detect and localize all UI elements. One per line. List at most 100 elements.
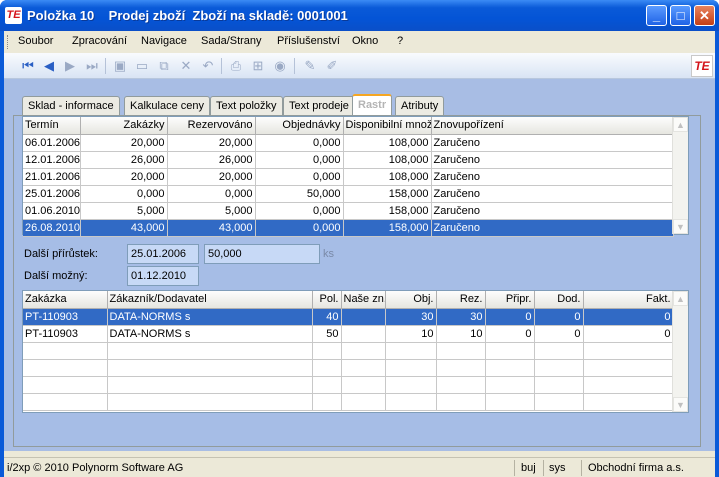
table-cell[interactable]: 30	[436, 308, 486, 326]
copy-icon[interactable]: ⧉	[156, 58, 172, 74]
close-button[interactable]: ✕	[694, 5, 715, 26]
refresh-icon[interactable]: ◉	[272, 58, 288, 74]
next-increment-qty-field[interactable]: 50,000	[204, 244, 320, 264]
menu-soubor[interactable]: Soubor	[18, 35, 53, 47]
table-cell[interactable]: 0,000	[255, 134, 344, 152]
table-row[interactable]: 21.01.2006 20,000 20,000 0,000 108,000 Zaruče…	[23, 168, 674, 186]
table-cell[interactable]: 50,000	[255, 185, 344, 203]
tab-kalkulace-ceny[interactable]: Kalkulace ceny	[124, 96, 210, 115]
table-cell[interactable]: 10	[436, 325, 486, 343]
grid1-scrollbar[interactable]: ▲ ▼	[672, 117, 688, 234]
table-row[interactable]: 06.01.2006 20,000 20,000 0,000 108,000 Zaruče…	[23, 134, 674, 152]
table-cell[interactable]: 10	[385, 325, 437, 343]
col-header-zakazka[interactable]: Zakázka	[23, 291, 108, 309]
table-cell[interactable]: PT-110903	[23, 325, 108, 343]
table-row[interactable]: PT-110903 DATA-NORMS s 50 10 10 0 0 0	[23, 325, 674, 343]
table-cell[interactable]: 108,000	[343, 151, 432, 169]
menu-prislusenstvi[interactable]: Příslušenství	[277, 35, 340, 47]
table-cell[interactable]: 43,000	[80, 219, 168, 237]
table-row[interactable]: 26.08.2010 43,000 43,000 0,000 158,000 Zaruče…	[23, 219, 674, 237]
table-cell[interactable]: 20,000	[80, 134, 168, 152]
table-cell[interactable]: 01.06.2010	[23, 202, 81, 220]
table-cell[interactable]: 5,000	[167, 202, 256, 220]
table-cell[interactable]: DATA-NORMS s	[107, 325, 313, 343]
table-cell[interactable]	[341, 308, 386, 326]
prev-record-icon[interactable]: ◀	[41, 58, 57, 74]
table-cell[interactable]: Zaručeno	[431, 185, 674, 203]
table-cell[interactable]: 0,000	[167, 185, 256, 203]
col-header-pripr[interactable]: Připr.	[485, 291, 535, 309]
table-cell[interactable]: 06.01.2006	[23, 134, 81, 152]
col-header-rezervovano[interactable]: Rezervováno	[167, 117, 256, 135]
table-cell[interactable]: 0	[485, 308, 535, 326]
table-cell[interactable]: 0	[534, 325, 584, 343]
grid2-scrollbar[interactable]: ▲ ▼	[672, 291, 688, 412]
table-row[interactable]: 25.01.2006 0,000 0,000 50,000 158,000 Zaručen…	[23, 185, 674, 203]
table-cell[interactable]: 50	[312, 325, 342, 343]
table-cell[interactable]	[341, 325, 386, 343]
next-possible-date-field[interactable]: 01.12.2010	[127, 266, 199, 286]
col-header-pol[interactable]: Pol.	[312, 291, 342, 309]
table-cell[interactable]: 0,000	[255, 202, 344, 220]
edit2-icon[interactable]: ✐	[324, 58, 340, 74]
table-cell[interactable]: 26,000	[80, 151, 168, 169]
table-cell[interactable]: 12.01.2006	[23, 151, 81, 169]
table-cell[interactable]: 158,000	[343, 202, 432, 220]
table-cell[interactable]: 158,000	[343, 185, 432, 203]
next-record-icon[interactable]: ▶	[62, 58, 78, 74]
menu-sada-strany[interactable]: Sada/Strany	[201, 35, 262, 47]
print-icon[interactable]: ⎙	[228, 58, 244, 74]
table-cell[interactable]: 0,000	[255, 151, 344, 169]
scroll-down-icon[interactable]: ▼	[673, 397, 688, 412]
col-header-disponibilni[interactable]: Disponibilní množ.	[343, 117, 432, 135]
availability-grid[interactable]: Termín Zakázky Rezervováno Objednávky Di…	[22, 116, 689, 237]
col-header-objednavky[interactable]: Objednávky	[255, 117, 344, 135]
table-cell[interactable]: 0	[485, 325, 535, 343]
menu-zpracovani[interactable]: Zpracování	[72, 35, 127, 47]
table-cell[interactable]: 5,000	[80, 202, 168, 220]
maximize-button[interactable]: □	[670, 5, 691, 26]
col-header-znovuporizeni[interactable]: Znovupořízení	[431, 117, 674, 135]
new-icon[interactable]: ▭	[134, 58, 150, 74]
tab-rastr[interactable]: Rastr	[352, 94, 393, 116]
table-cell[interactable]: 0	[534, 308, 584, 326]
undo-icon[interactable]: ↶	[200, 58, 216, 74]
table-cell[interactable]: Zaručeno	[431, 151, 674, 169]
tab-text-prodeje[interactable]: Text prodeje	[283, 96, 355, 115]
col-header-fakt[interactable]: Fakt.	[583, 291, 674, 309]
tab-text-polozky[interactable]: Text položky	[210, 96, 283, 115]
col-header-obj[interactable]: Obj.	[385, 291, 437, 309]
table-cell[interactable]: 108,000	[343, 134, 432, 152]
menu-grip[interactable]	[7, 35, 10, 49]
first-record-icon[interactable]: ⏮	[20, 58, 36, 74]
table-cell[interactable]: 0,000	[255, 168, 344, 186]
table-cell[interactable]: 108,000	[343, 168, 432, 186]
table-cell[interactable]: Zaručeno	[431, 134, 674, 152]
table-row[interactable]: 01.06.2010 5,000 5,000 0,000 158,000 Zaručeno	[23, 202, 674, 220]
table-cell[interactable]: Zaručeno	[431, 168, 674, 186]
table-cell[interactable]: 40	[312, 308, 342, 326]
table-cell[interactable]: 20,000	[167, 134, 256, 152]
scroll-up-icon[interactable]: ▲	[673, 291, 688, 306]
table-cell[interactable]: PT-110903	[23, 308, 108, 326]
table-cell[interactable]: 26.08.2010	[23, 219, 81, 237]
table-cell[interactable]: 0	[583, 308, 674, 326]
app-icon[interactable]: TE	[5, 7, 22, 24]
table-cell[interactable]: 43,000	[167, 219, 256, 237]
col-header-termin[interactable]: Termín	[23, 117, 81, 135]
scroll-up-icon[interactable]: ▲	[673, 117, 688, 132]
tab-sklad-informace[interactable]: Sklad - informace	[22, 96, 120, 115]
table-cell[interactable]: 20,000	[80, 168, 168, 186]
table-cell[interactable]: 21.01.2006	[23, 168, 81, 186]
col-header-nase-zn[interactable]: Naše zn.	[341, 291, 386, 309]
tab-atributy[interactable]: Atributy	[395, 96, 445, 115]
table-row[interactable]: PT-110903 DATA-NORMS s 40 30 30 0 0 0	[23, 308, 674, 326]
col-header-zakazky[interactable]: Zakázky	[80, 117, 168, 135]
menu-navigace[interactable]: Navigace	[141, 35, 187, 47]
table-cell[interactable]: Zaručeno	[431, 202, 674, 220]
table-row[interactable]: 12.01.2006 26,000 26,000 0,000 108,000 Zaruče…	[23, 151, 674, 169]
next-increment-date-field[interactable]: 25.01.2006	[127, 244, 199, 264]
last-record-icon[interactable]: ⏭	[84, 58, 100, 74]
delete-icon[interactable]: ✕	[178, 58, 194, 74]
save-icon[interactable]: ▣	[112, 58, 128, 74]
